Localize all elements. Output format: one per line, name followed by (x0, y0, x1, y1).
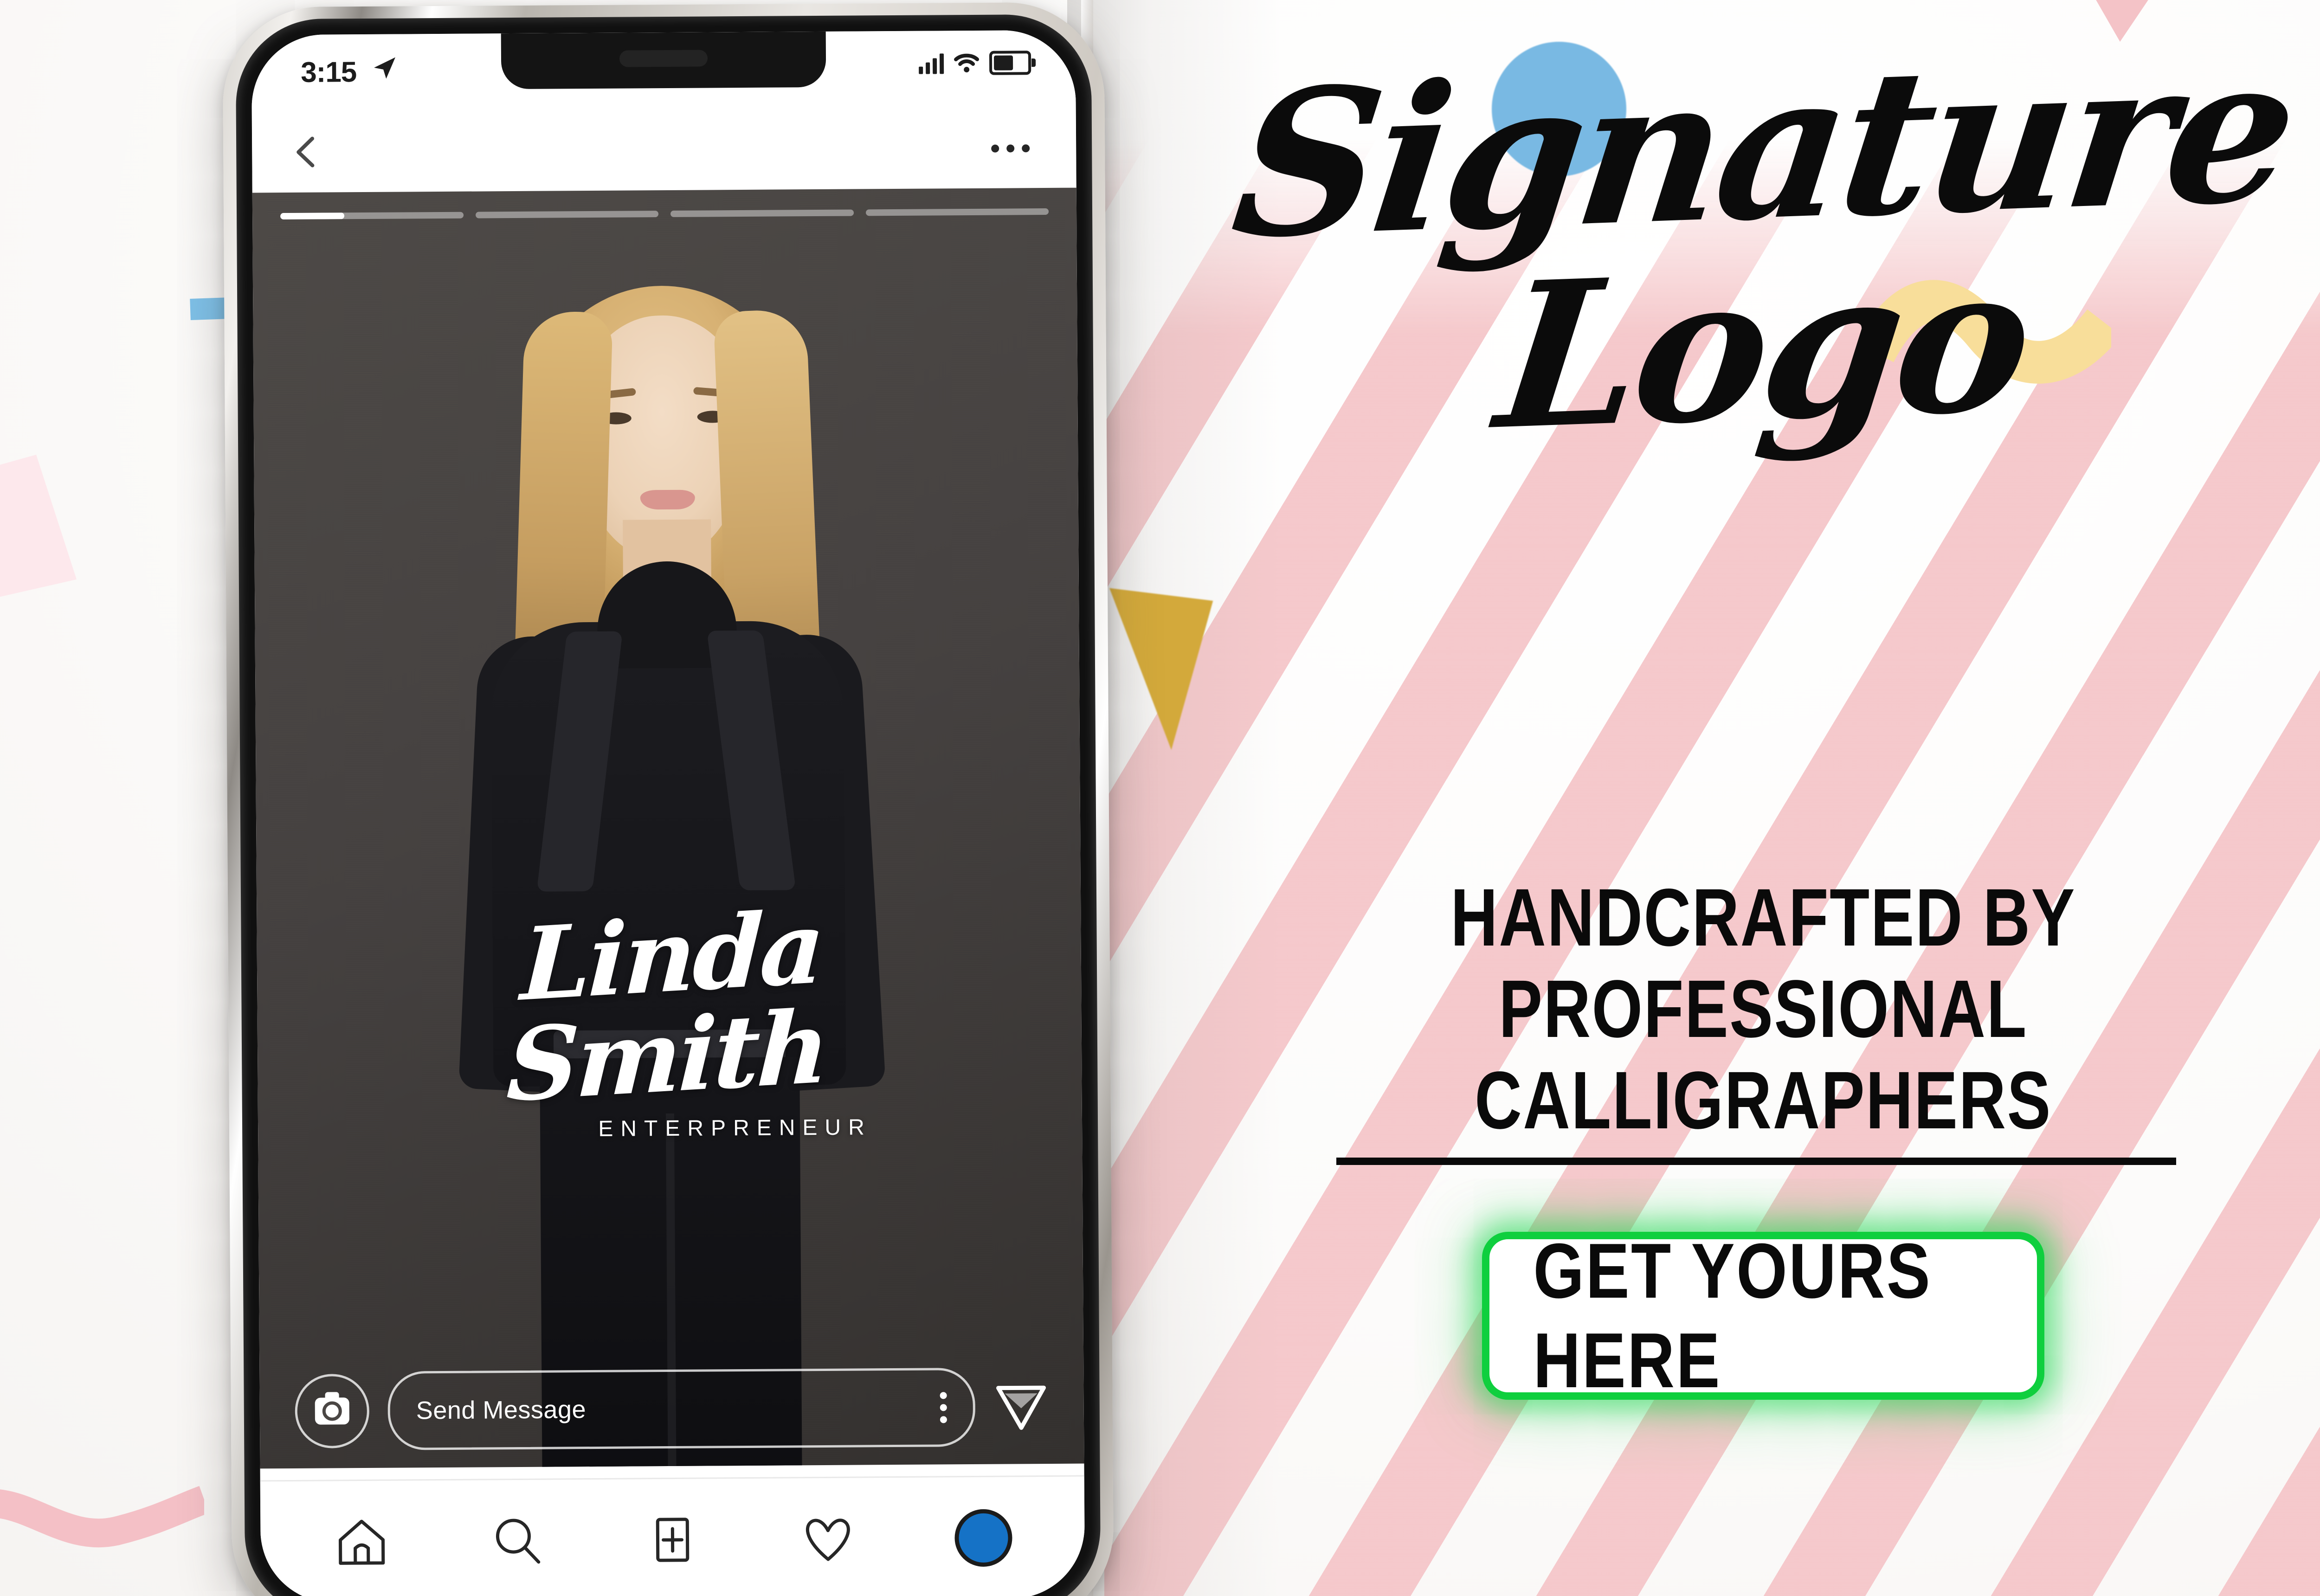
story-progress-segment[interactable] (475, 211, 659, 219)
headline-line-3: CALLIGRAPHERS (1475, 1055, 2052, 1146)
vertical-dots-icon[interactable] (940, 1391, 947, 1423)
back-chevron-icon[interactable] (293, 136, 317, 168)
phone-screen: 3:15 Linda Smith ENTERPRENEUR Send Messa… (251, 30, 1085, 1596)
headline-line-2: PROFESSIONAL (1499, 964, 2028, 1055)
story-reply-row: Send Message (259, 1363, 1084, 1456)
status-indicators (919, 51, 1031, 75)
send-message-input[interactable]: Send Message (387, 1367, 976, 1450)
cta-container: GET YOURS HERE (1206, 1227, 2320, 1404)
send-message-placeholder: Send Message (416, 1396, 586, 1425)
portrait-photo (395, 239, 941, 1469)
phone-bezel: 3:15 Linda Smith ENTERPRENEUR Send Messa… (235, 14, 1101, 1596)
phone-mockup: 3:15 Linda Smith ENTERPRENEUR Send Messa… (222, 2, 1114, 1596)
camera-icon[interactable] (295, 1373, 370, 1448)
tab-home[interactable] (331, 1512, 392, 1572)
headline-divider (1336, 1158, 2176, 1165)
cta-label: GET YOURS HERE (1533, 1227, 1932, 1404)
poster-canvas: 3:15 Linda Smith ENTERPRENEUR Send Messa… (0, 0, 2320, 1596)
cellular-signal-icon (919, 52, 944, 74)
headline-line-1: HANDCRAFTED BY (1450, 872, 2076, 963)
battery-icon (989, 51, 1031, 75)
promo-script-line-2: Logo (1487, 220, 2040, 475)
home-icon (338, 1519, 385, 1565)
story-progress-segment[interactable] (670, 209, 854, 217)
promo-panel: Signature Logo HANDCRAFTED BY PROFESSION… (1206, 0, 2320, 1596)
wifi-icon (954, 53, 980, 73)
more-options-icon[interactable] (991, 144, 1030, 153)
story-viewer: Linda Smith ENTERPRENEUR Send Message (252, 187, 1084, 1469)
status-bar: 3:15 (251, 30, 1076, 105)
earpiece-speaker (619, 50, 708, 67)
add-post-icon (656, 1518, 690, 1562)
promo-headline: HANDCRAFTED BY PROFESSIONAL CALLIGRAPHER… (1206, 872, 2320, 1146)
search-icon (496, 1519, 541, 1564)
promo-script-heading: Signature Logo (1206, 11, 2320, 474)
phone-notch (501, 31, 826, 90)
gold-triangle-decoration (1090, 588, 1213, 753)
heart-icon (806, 1519, 851, 1561)
bottom-tab-bar (260, 1475, 1085, 1596)
story-progress-segment[interactable] (865, 208, 1049, 216)
lips (640, 489, 695, 510)
tab-activity[interactable] (798, 1509, 858, 1570)
avatar-icon (954, 1509, 1013, 1567)
story-nav-bar (251, 99, 1076, 193)
tab-search[interactable] (487, 1511, 548, 1571)
pink-wave-decoration (0, 1475, 209, 1559)
tab-add-post[interactable] (642, 1510, 703, 1570)
location-arrow-icon (371, 55, 397, 81)
story-progress-segment[interactable] (280, 212, 464, 220)
send-paper-plane-icon[interactable] (993, 1379, 1049, 1435)
get-yours-here-button[interactable]: GET YOURS HERE (1482, 1227, 2044, 1404)
promo-script-line-1: Signature (1222, 11, 2304, 283)
status-time: 3:15 (300, 56, 357, 89)
tab-profile[interactable] (953, 1507, 1014, 1568)
